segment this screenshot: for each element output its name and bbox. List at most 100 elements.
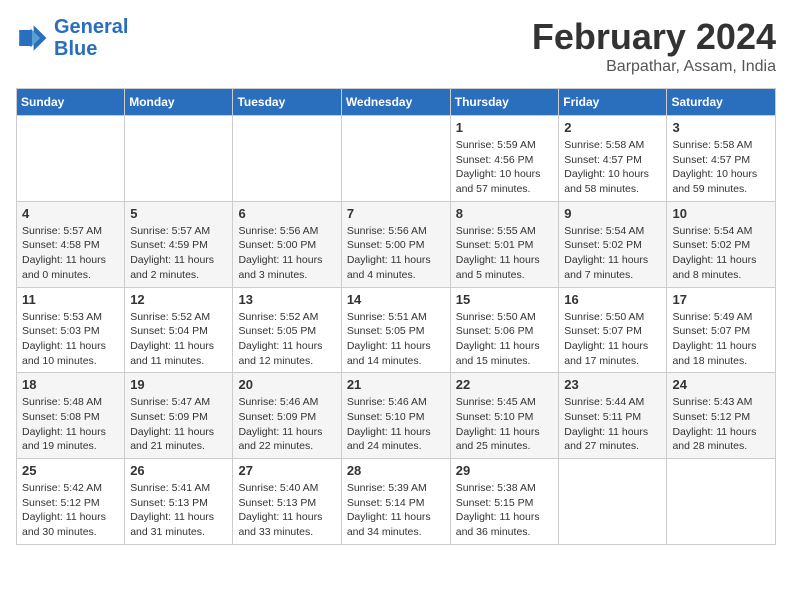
- calendar-cell: 26 Sunrise: 5:41 AM Sunset: 5:13 PM Dayli…: [125, 459, 233, 545]
- calendar-cell: 21Sunrise: 5:46 AM Sunset: 5:10 PM Dayli…: [341, 373, 450, 459]
- calendar-cell: 23 Sunrise: 5:44 AM Sunset: 5:11 PM Dayli…: [559, 373, 667, 459]
- calendar-cell: 3Sunrise: 5:58 AM Sunset: 4:57 PM Daylig…: [667, 116, 776, 202]
- calendar-cell: [233, 116, 341, 202]
- day-info: Sunrise: 5:43 AM Sunset: 5:12 PM Dayligh…: [672, 395, 770, 454]
- calendar-table: SundayMondayTuesdayWednesdayThursdayFrid…: [16, 88, 776, 545]
- day-info: Sunrise: 5:38 AM Sunset: 5:15 PM Dayligh…: [456, 481, 554, 540]
- day-number: 2: [564, 120, 661, 135]
- day-number: 3: [672, 120, 770, 135]
- day-number: 8: [456, 206, 554, 221]
- day-info: Sunrise: 5:54 AM Sunset: 5:02 PM Dayligh…: [672, 224, 770, 283]
- logo-line1: General: [54, 16, 128, 38]
- weekday-friday: Friday: [559, 89, 667, 116]
- calendar-cell: 27 Sunrise: 5:40 AM Sunset: 5:13 PM Dayli…: [233, 459, 341, 545]
- calendar-cell: 7Sunrise: 5:56 AM Sunset: 5:00 PM Daylig…: [341, 201, 450, 287]
- week-row-3: 11 Sunrise: 5:53 AM Sunset: 5:03 PM Dayli…: [17, 287, 776, 373]
- day-number: 12: [130, 292, 227, 307]
- day-info: Sunrise: 5:47 AM Sunset: 5:09 PM Dayligh…: [130, 395, 227, 454]
- calendar-cell: 1 Sunrise: 5:59 AM Sunset: 4:56 PM Daylig…: [450, 116, 559, 202]
- calendar-cell: [341, 116, 450, 202]
- day-info: Sunrise: 5:55 AM Sunset: 5:01 PM Dayligh…: [456, 224, 554, 283]
- calendar-cell: 14 Sunrise: 5:51 AM Sunset: 5:05 PM Dayli…: [341, 287, 450, 373]
- day-number: 4: [22, 206, 119, 221]
- day-number: 9: [564, 206, 661, 221]
- calendar-cell: 15 Sunrise: 5:50 AM Sunset: 5:06 PM Dayli…: [450, 287, 559, 373]
- logo: General Blue: [16, 16, 128, 60]
- day-info: Sunrise: 5:40 AM Sunset: 5:13 PM Dayligh…: [238, 481, 335, 540]
- calendar-cell: 9 Sunrise: 5:54 AM Sunset: 5:02 PM Daylig…: [559, 201, 667, 287]
- day-info: Sunrise: 5:58 AM Sunset: 4:57 PM Dayligh…: [564, 138, 661, 197]
- day-number: 18: [22, 377, 119, 392]
- calendar-cell: [17, 116, 125, 202]
- calendar-cell: 19 Sunrise: 5:47 AM Sunset: 5:09 PM Dayli…: [125, 373, 233, 459]
- day-number: 10: [672, 206, 770, 221]
- day-number: 25: [22, 463, 119, 478]
- calendar-cell: 29Sunrise: 5:38 AM Sunset: 5:15 PM Dayli…: [450, 459, 559, 545]
- day-number: 13: [238, 292, 335, 307]
- calendar-cell: 24 Sunrise: 5:43 AM Sunset: 5:12 PM Dayli…: [667, 373, 776, 459]
- logo-text: General Blue: [54, 16, 128, 60]
- day-info: Sunrise: 5:48 AM Sunset: 5:08 PM Dayligh…: [22, 395, 119, 454]
- day-number: 24: [672, 377, 770, 392]
- day-number: 5: [130, 206, 227, 221]
- calendar-cell: 12 Sunrise: 5:52 AM Sunset: 5:04 PM Dayli…: [125, 287, 233, 373]
- calendar-cell: 8 Sunrise: 5:55 AM Sunset: 5:01 PM Daylig…: [450, 201, 559, 287]
- day-info: Sunrise: 5:44 AM Sunset: 5:11 PM Dayligh…: [564, 395, 661, 454]
- day-number: 23: [564, 377, 661, 392]
- day-number: 1: [456, 120, 554, 135]
- logo-icon: [16, 22, 48, 54]
- day-info: Sunrise: 5:52 AM Sunset: 5:04 PM Dayligh…: [130, 310, 227, 369]
- calendar-cell: 25 Sunrise: 5:42 AM Sunset: 5:12 PM Dayli…: [17, 459, 125, 545]
- day-number: 6: [238, 206, 335, 221]
- calendar-cell: 18 Sunrise: 5:48 AM Sunset: 5:08 PM Dayli…: [17, 373, 125, 459]
- day-info: Sunrise: 5:57 AM Sunset: 4:58 PM Dayligh…: [22, 224, 119, 283]
- page-header: General Blue February 2024 Barpathar, As…: [16, 16, 776, 76]
- calendar-cell: 2 Sunrise: 5:58 AM Sunset: 4:57 PM Daylig…: [559, 116, 667, 202]
- logo-line2: Blue: [54, 38, 97, 60]
- calendar-cell: 22 Sunrise: 5:45 AM Sunset: 5:10 PM Dayli…: [450, 373, 559, 459]
- day-info: Sunrise: 5:56 AM Sunset: 5:00 PM Dayligh…: [347, 224, 445, 283]
- weekday-thursday: Thursday: [450, 89, 559, 116]
- calendar-cell: 28Sunrise: 5:39 AM Sunset: 5:14 PM Dayli…: [341, 459, 450, 545]
- calendar-cell: 6 Sunrise: 5:56 AM Sunset: 5:00 PM Daylig…: [233, 201, 341, 287]
- calendar-cell: 5 Sunrise: 5:57 AM Sunset: 4:59 PM Daylig…: [125, 201, 233, 287]
- day-info: Sunrise: 5:53 AM Sunset: 5:03 PM Dayligh…: [22, 310, 119, 369]
- day-number: 22: [456, 377, 554, 392]
- weekday-sunday: Sunday: [17, 89, 125, 116]
- day-info: Sunrise: 5:49 AM Sunset: 5:07 PM Dayligh…: [672, 310, 770, 369]
- day-number: 15: [456, 292, 554, 307]
- day-number: 16: [564, 292, 661, 307]
- day-number: 20: [238, 377, 335, 392]
- calendar-cell: 10 Sunrise: 5:54 AM Sunset: 5:02 PM Dayli…: [667, 201, 776, 287]
- calendar-cell: 20 Sunrise: 5:46 AM Sunset: 5:09 PM Dayli…: [233, 373, 341, 459]
- day-number: 26: [130, 463, 227, 478]
- weekday-wednesday: Wednesday: [341, 89, 450, 116]
- day-info: Sunrise: 5:52 AM Sunset: 5:05 PM Dayligh…: [238, 310, 335, 369]
- day-number: 14: [347, 292, 445, 307]
- day-info: Sunrise: 5:54 AM Sunset: 5:02 PM Dayligh…: [564, 224, 661, 283]
- day-info: Sunrise: 5:45 AM Sunset: 5:10 PM Dayligh…: [456, 395, 554, 454]
- calendar-cell: [125, 116, 233, 202]
- day-info: Sunrise: 5:59 AM Sunset: 4:56 PM Dayligh…: [456, 138, 554, 197]
- day-number: 11: [22, 292, 119, 307]
- weekday-monday: Monday: [125, 89, 233, 116]
- day-info: Sunrise: 5:50 AM Sunset: 5:07 PM Dayligh…: [564, 310, 661, 369]
- calendar-cell: 11 Sunrise: 5:53 AM Sunset: 5:03 PM Dayli…: [17, 287, 125, 373]
- day-info: Sunrise: 5:42 AM Sunset: 5:12 PM Dayligh…: [22, 481, 119, 540]
- location-subtitle: Barpathar, Assam, India: [532, 58, 776, 76]
- calendar-cell: 17 Sunrise: 5:49 AM Sunset: 5:07 PM Dayli…: [667, 287, 776, 373]
- week-row-2: 4 Sunrise: 5:57 AM Sunset: 4:58 PM Daylig…: [17, 201, 776, 287]
- day-number: 17: [672, 292, 770, 307]
- calendar-cell: 16 Sunrise: 5:50 AM Sunset: 5:07 PM Dayli…: [559, 287, 667, 373]
- day-info: Sunrise: 5:50 AM Sunset: 5:06 PM Dayligh…: [456, 310, 554, 369]
- day-number: 27: [238, 463, 335, 478]
- month-title: February 2024: [532, 16, 776, 58]
- day-info: Sunrise: 5:51 AM Sunset: 5:05 PM Dayligh…: [347, 310, 445, 369]
- day-number: 28: [347, 463, 445, 478]
- day-number: 19: [130, 377, 227, 392]
- day-info: Sunrise: 5:41 AM Sunset: 5:13 PM Dayligh…: [130, 481, 227, 540]
- calendar-cell: 4 Sunrise: 5:57 AM Sunset: 4:58 PM Daylig…: [17, 201, 125, 287]
- day-info: Sunrise: 5:46 AM Sunset: 5:09 PM Dayligh…: [238, 395, 335, 454]
- day-info: Sunrise: 5:56 AM Sunset: 5:00 PM Dayligh…: [238, 224, 335, 283]
- day-info: Sunrise: 5:57 AM Sunset: 4:59 PM Dayligh…: [130, 224, 227, 283]
